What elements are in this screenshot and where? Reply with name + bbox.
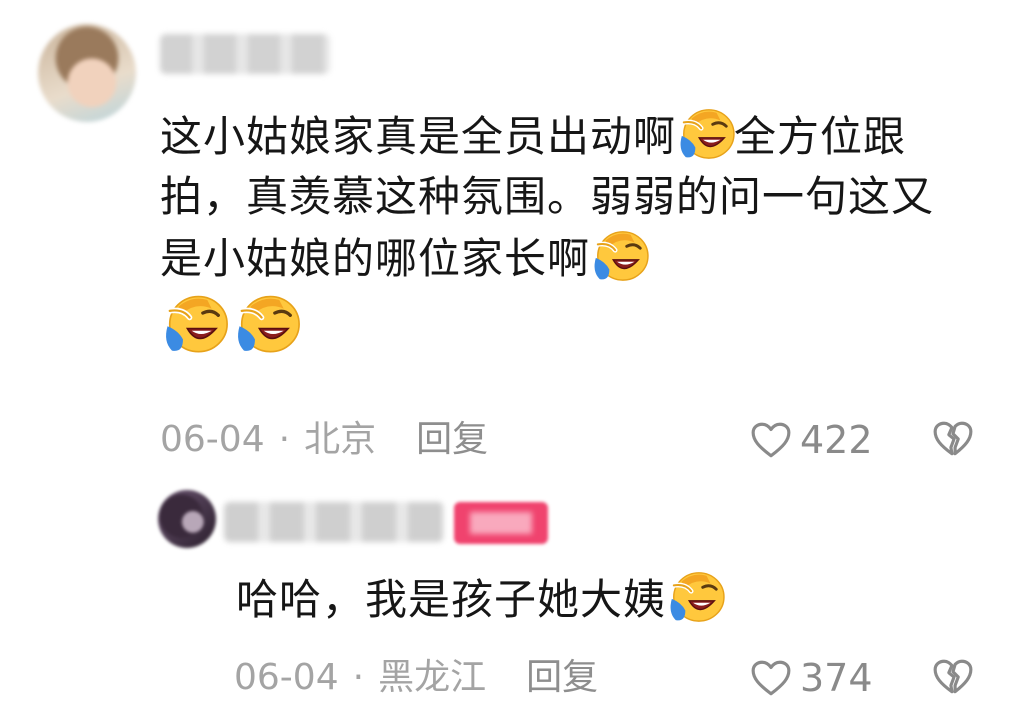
heart-icon — [750, 659, 792, 697]
like-count: 374 — [800, 656, 873, 700]
comment-location: 北京 — [304, 419, 377, 460]
replier-username-blurred[interactable] — [224, 502, 444, 542]
laughing-crying-emoji-icon — [230, 291, 302, 355]
reply-text: 哈哈，我是孩子她大姨 — [236, 568, 876, 630]
like-button[interactable]: 374 — [750, 658, 873, 698]
laughing-crying-emoji-icon — [158, 291, 230, 355]
heart-icon — [750, 421, 792, 459]
commenter-avatar[interactable] — [38, 24, 136, 122]
separator-dot: · — [278, 419, 291, 460]
like-count: 422 — [800, 418, 873, 462]
commenter-username-blurred[interactable] — [160, 34, 330, 74]
reply-text-content: 哈哈，我是孩子她大姨 — [236, 575, 667, 624]
comment-date: 06-04 — [160, 419, 265, 460]
reply-meta: 06-04 · 黑龙江 回复 — [234, 658, 598, 698]
laughing-crying-emoji-icon — [588, 227, 650, 283]
replier-avatar[interactable] — [158, 490, 216, 548]
comment-meta: 06-04 · 北京 回复 — [160, 420, 488, 460]
reply-button[interactable]: 回复 — [416, 419, 488, 460]
dislike-button[interactable] — [932, 658, 974, 700]
broken-heart-icon — [932, 420, 974, 458]
comment-text: 这小姑娘家真是全员出动啊 全方位跟拍，真羡慕这种氛围。弱弱的问一句这又是小姑娘的哪… — [160, 105, 960, 361]
author-badge-label-blurred — [470, 512, 532, 534]
like-button[interactable]: 422 — [750, 420, 873, 460]
laughing-crying-emoji-icon — [664, 568, 726, 624]
laughing-crying-emoji-icon — [674, 105, 736, 161]
reply-location: 黑龙江 — [378, 657, 487, 698]
emoji-row — [160, 291, 960, 361]
reply-button[interactable]: 回复 — [526, 657, 598, 698]
comment-text-part1: 这小姑娘家真是全员出动啊 — [160, 112, 677, 161]
broken-heart-icon — [932, 658, 974, 696]
separator-dot: · — [352, 657, 365, 698]
reply-date: 06-04 — [234, 657, 339, 698]
dislike-button[interactable] — [932, 420, 974, 462]
